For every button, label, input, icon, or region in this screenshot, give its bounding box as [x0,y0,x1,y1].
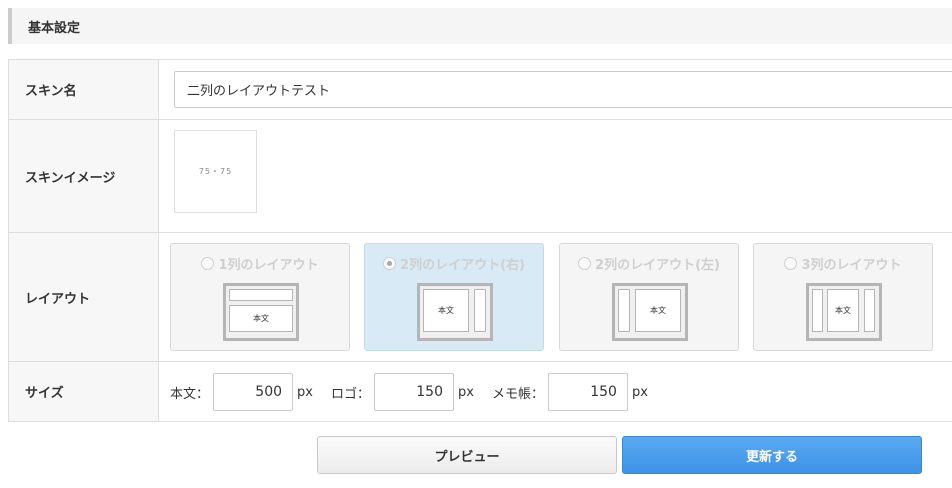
logo-width-label: ロゴ： [330,386,370,402]
skin-name-input[interactable] [174,71,952,108]
section-header: 基本設定 [8,8,952,44]
size-label: サイズ [8,362,159,421]
memo-width-input[interactable] [547,373,628,411]
layout-option-1col[interactable]: 1列のレイアウト 本文 [170,243,350,351]
skin-name-row: スキン名 [8,60,952,120]
diagram-body-label: 本文 [423,289,469,332]
diagram-body-label: 本文 [229,305,293,332]
thumbnail-text: 75・75 [198,167,233,176]
layout-3col-diagram-icon: 本文 [806,283,882,341]
skin-image-label: スキンイメージ [8,120,159,232]
radio-icon[interactable] [383,257,397,270]
skin-image-thumbnail[interactable]: 75・75 [174,130,257,213]
layout-option-2col-left[interactable]: 2列のレイアウト(左) 本文 [559,243,739,351]
memo-width-unit: px [631,384,648,400]
diagram-body-label: 本文 [827,289,859,332]
layout-option-3col[interactable]: 3列のレイアウト 本文 [753,243,933,351]
preview-button[interactable]: プレビュー [317,436,617,474]
settings-form: スキン名 スキンイメージ 75・75 レイアウト 1列のレイアウト 本文 2列の… [8,59,952,422]
body-width-unit: px [297,384,313,400]
radio-icon[interactable] [201,257,215,270]
logo-width-unit: px [457,384,474,400]
memo-width-label: メモ帳： [491,386,544,402]
layout-row: レイアウト 1列のレイアウト 本文 2列のレイアウト(右) 本文 2列のレイアウ… [8,233,952,362]
radio-icon[interactable] [578,257,592,270]
skin-name-label: スキン名 [8,60,159,119]
layout-2col-left-diagram-icon: 本文 [612,283,688,341]
layout-option-label: 3列のレイアウト [801,258,902,273]
layout-option-2col-right[interactable]: 2列のレイアウト(右) 本文 [364,243,544,351]
radio-icon[interactable] [784,257,798,270]
section-title: 基本設定 [28,20,81,36]
size-row: サイズ 本文： px ロゴ： px メモ帳： px [8,362,952,422]
layout-option-label: 1列のレイアウト [218,258,319,273]
layout-2col-right-diagram-icon: 本文 [417,283,493,341]
layout-1col-diagram-icon: 本文 [223,283,299,341]
layout-option-label: 2列のレイアウト(左) [595,258,720,273]
layout-option-label: 2列のレイアウト(右) [400,258,525,273]
logo-width-input[interactable] [373,373,454,411]
body-width-label: 本文： [170,386,210,402]
update-button[interactable]: 更新する [622,436,922,474]
skin-image-row: スキンイメージ 75・75 [8,120,952,233]
layout-label: レイアウト [8,233,159,361]
body-width-input[interactable] [213,373,294,411]
diagram-body-label: 本文 [635,289,681,332]
